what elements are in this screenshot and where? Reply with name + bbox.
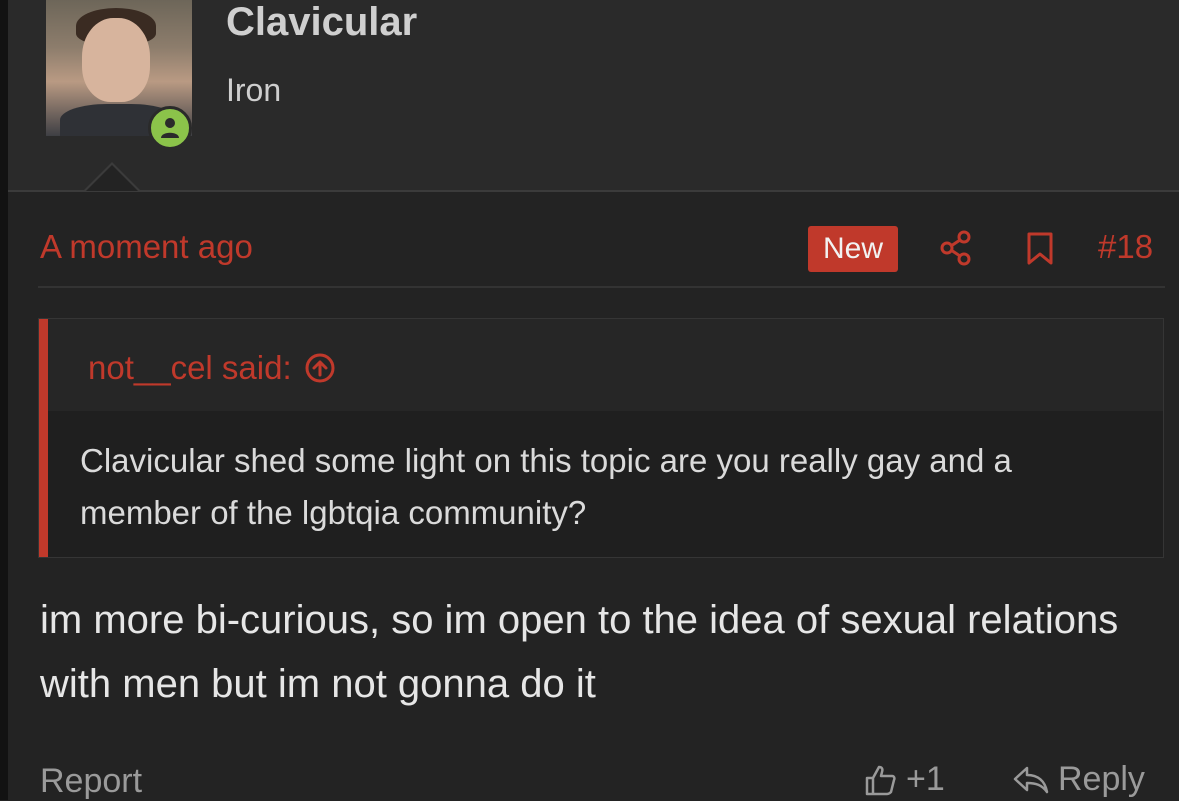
post-timestamp[interactable]: A moment ago [40, 228, 253, 266]
quote-author[interactable]: not__cel said: [88, 349, 292, 387]
quote-body: Clavicular shed some light on this topic… [48, 411, 1163, 557]
post-body: im more bi-curious, so im open to the id… [40, 598, 1119, 706]
post-footer [8, 760, 1179, 800]
online-status-badge [148, 106, 192, 150]
bookmark-icon[interactable] [1020, 228, 1060, 268]
header-divider [8, 190, 1179, 192]
reply-button[interactable]: Reply [1012, 760, 1145, 799]
arrow-up-circle-icon[interactable] [304, 352, 336, 384]
like-button[interactable]: +1 [864, 760, 945, 799]
meta-divider [38, 286, 1165, 288]
user-title: Iron [226, 72, 282, 108]
reply-label: Reply [1058, 760, 1145, 798]
username[interactable]: Clavicular [226, 0, 417, 45]
new-badge: New [808, 226, 898, 272]
quote-accent-bar [39, 319, 48, 557]
quote-block: not__cel said: Clavicular shed some ligh… [38, 318, 1164, 558]
header-arrow-fill [86, 165, 138, 191]
like-count: +1 [906, 760, 945, 798]
thumbs-up-icon [865, 765, 896, 795]
report-link[interactable]: Report [40, 762, 142, 801]
post-number[interactable]: #18 [1098, 228, 1153, 266]
reply-icon [1013, 766, 1049, 793]
quote-text: Clavicular shed some light on this topic… [80, 442, 1012, 531]
user-header: Clavicular Iron [8, 0, 1179, 190]
quote-header: not__cel said: [48, 319, 1163, 411]
person-icon [161, 118, 179, 138]
share-icon[interactable] [936, 228, 976, 268]
quote-author-link[interactable]: not__cel said: [88, 349, 336, 387]
avatar-face [82, 18, 150, 102]
left-edge [0, 0, 8, 800]
